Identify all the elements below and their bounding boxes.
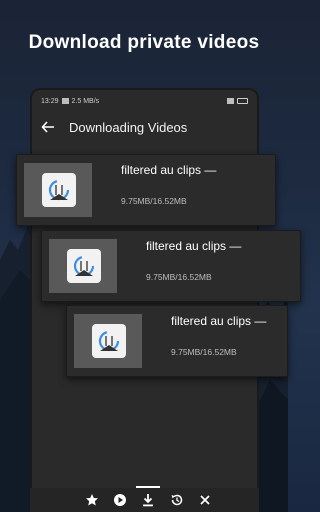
battery-icon [237,98,248,104]
video-thumbnail [74,314,142,368]
app-bar: Downloading Videos [32,112,257,142]
history-icon [171,494,182,506]
wifi-icon [227,98,234,104]
page-title: Downloading Videos [69,119,188,135]
close-button[interactable] [197,492,213,508]
status-network-speed: 2.5 MB/s [71,97,100,105]
video-title: filtered au clips — [171,314,267,328]
signal-icon [61,98,69,104]
download-item[interactable]: filtered au clips — 9.75MB/16.52MB [66,305,288,377]
player-button[interactable] [112,492,128,508]
download-size: 9.75MB/16.52MB [171,347,237,357]
promo-headline: Download private videos [28,32,260,53]
download-progress-icon [73,255,95,277]
download-item[interactable]: filtered au clips — 9.75MB/16.52MB [16,154,276,226]
video-thumbnail [24,163,92,217]
play-circle-icon [114,494,127,506]
history-button[interactable] [169,492,185,508]
download-item[interactable]: filtered au clips — 9.75MB/16.52MB [41,230,301,302]
download-size: 9.75MB/16.52MB [121,196,187,206]
downloads-button[interactable] [136,486,161,508]
star-icon [86,494,99,506]
video-title: filtered au clips — [146,239,242,253]
close-icon [200,495,210,505]
download-icon [143,494,154,507]
download-progress-icon [98,330,120,352]
bottom-navigation [30,486,259,512]
favorites-button[interactable] [84,492,100,508]
arrow-left-icon[interactable] [41,120,55,134]
video-title: filtered au clips — [121,163,217,177]
status-bar: 13:29 2.5 MB/s [32,90,257,112]
status-time: 13:29 [41,97,59,105]
download-progress-icon [48,179,70,201]
video-thumbnail [49,239,117,293]
download-size: 9.75MB/16.52MB [146,272,212,282]
